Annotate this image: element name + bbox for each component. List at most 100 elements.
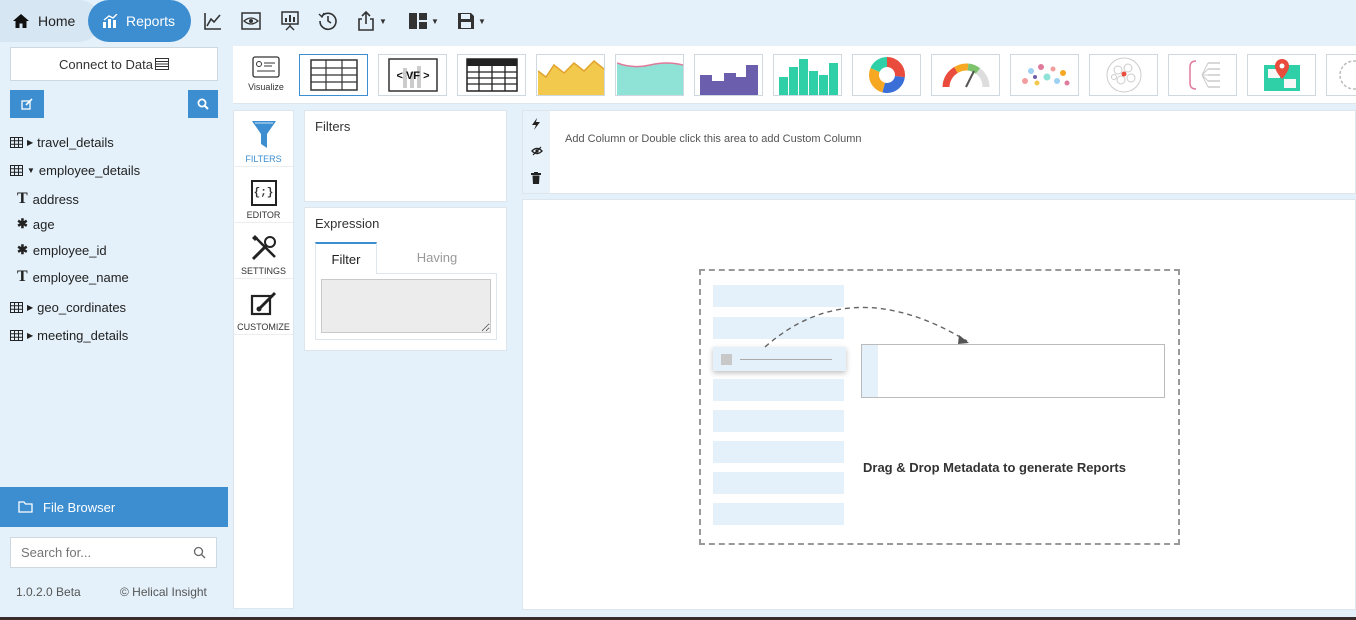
copyright-label: © Helical Insight [120,585,207,599]
illus-row [713,472,844,494]
edit-icon [21,98,33,110]
search-button[interactable] [188,90,218,118]
tree-label: geo_cordinates [37,300,127,315]
viz-donut[interactable] [852,54,921,96]
add-column-hint: Add Column or Double click this area to … [565,133,862,145]
reports-label: Reports [126,13,176,29]
tree-node-meeting-details[interactable]: ▶ meeting_details [10,328,128,343]
vf-label: < VF > [396,70,429,82]
viz-vf[interactable]: < VF > [378,54,447,96]
viz-bubble-pack[interactable] [1089,54,1158,96]
drop-message: Drag & Drop Metadata to generate Reports [863,460,1126,475]
layout-icon[interactable]: ▼ [408,9,439,33]
connect-to-data-button[interactable]: Connect to Data [10,47,218,81]
file-search-input[interactable] [21,545,171,560]
tree-label: age [32,216,55,232]
illus-row [713,379,844,401]
filters-title: Filters [315,119,351,134]
tree-field-age[interactable]: ✱ age [17,216,55,232]
tree-field-employee-name[interactable]: T employee_name [17,268,129,286]
lightning-icon[interactable] [531,118,541,130]
text-type-icon: T [17,268,28,285]
visualize-button[interactable]: Visualize [241,56,291,100]
viz-pivot-table[interactable] [457,54,526,96]
tree-node-employee-details[interactable]: ▼ employee_details [10,163,140,178]
trash-icon[interactable] [531,172,541,184]
file-browser-button[interactable]: File Browser [0,487,228,527]
illus-drop-target [861,344,1165,398]
illus-row [713,410,844,432]
customize-label: CUSTOMIZE [237,322,290,332]
tool-column: FILTERS {;} EDITOR SETTINGS CUSTOMIZE [233,110,294,609]
expression-tabs: Filter Having [315,242,497,274]
text-type-icon: T [17,190,28,207]
expression-textarea[interactable] [321,279,491,333]
preview-icon[interactable] [241,9,261,33]
connect-label: Connect to Data [59,56,153,72]
export-caret-icon: ▼ [379,16,387,26]
viz-step-bar[interactable] [694,54,763,96]
search-icon[interactable] [193,546,206,559]
filter-icon [251,120,277,150]
viz-bar[interactable] [773,54,842,96]
search-icon [197,98,209,110]
drag-arrow-icon [764,306,969,348]
line-chart-icon[interactable] [204,9,222,33]
tree-field-employee-id[interactable]: ✱ employee_id [17,242,107,258]
edit-button[interactable] [10,90,44,118]
visualization-strip: Visualize < VF > [233,46,1356,104]
tab-filter[interactable]: Filter [315,242,377,274]
viz-map[interactable] [1247,54,1316,96]
filters-panel[interactable]: Filters [304,110,507,202]
reports-icon [102,14,118,28]
tree-field-address[interactable]: T address [17,190,79,208]
file-browser-label: File Browser [43,499,116,515]
customize-tool[interactable]: CUSTOMIZE [234,279,293,335]
report-canvas[interactable]: Drag & Drop Metadata to generate Reports [522,199,1356,610]
viz-area[interactable] [536,54,605,96]
tree-label: travel_details [37,135,114,150]
reports-tab[interactable]: Reports [88,0,191,42]
editor-symbol: {;} [253,187,274,199]
save-icon[interactable]: ▼ [457,9,486,33]
viz-more[interactable] [1326,54,1356,96]
tree-node-travel-details[interactable]: ▶ travel_details [10,135,114,150]
numeric-type-icon: ✱ [17,242,28,257]
home-label: Home [38,13,76,29]
table-icon [10,137,23,148]
table-icon [10,302,23,313]
home-tab[interactable]: Home [0,0,100,42]
save-caret-icon: ▼ [478,16,486,26]
caret-right-icon: ▶ [27,331,34,340]
numeric-type-icon: ✱ [17,216,28,231]
drag-drop-illustration: Drag & Drop Metadata to generate Reports [699,269,1180,545]
home-icon [12,13,30,29]
filters-tool[interactable]: FILTERS [234,111,293,167]
viz-gauge[interactable] [931,54,1000,96]
tab-having[interactable]: Having [377,242,497,274]
layout-caret-icon: ▼ [431,16,439,26]
columns-bar[interactable]: Add Column or Double click this area to … [522,110,1356,194]
customize-icon [250,290,278,318]
presentation-icon[interactable] [281,9,299,33]
settings-tool[interactable]: SETTINGS [234,223,293,279]
tree-node-geo-cordinates[interactable]: ▶ geo_cordinates [10,300,126,315]
editor-tool[interactable]: {;} EDITOR [234,167,293,223]
illus-row [713,503,844,525]
tools-icon [250,234,278,262]
table-icon [10,330,23,341]
settings-label: SETTINGS [240,266,286,276]
expression-title: Expression [315,216,380,231]
history-icon[interactable] [318,9,338,33]
viz-table[interactable] [299,54,368,96]
viz-scatter[interactable] [1010,54,1079,96]
tree-label: address [32,191,79,207]
eye-slash-icon[interactable] [531,146,543,156]
file-search-field [10,537,217,568]
code-editor-icon: {;} [250,180,277,206]
viz-stream[interactable] [615,54,684,96]
tree-label: employee_id [32,242,107,258]
export-icon[interactable]: ▼ [356,9,387,33]
viz-tree[interactable] [1168,54,1237,96]
tree-label: meeting_details [37,328,129,343]
